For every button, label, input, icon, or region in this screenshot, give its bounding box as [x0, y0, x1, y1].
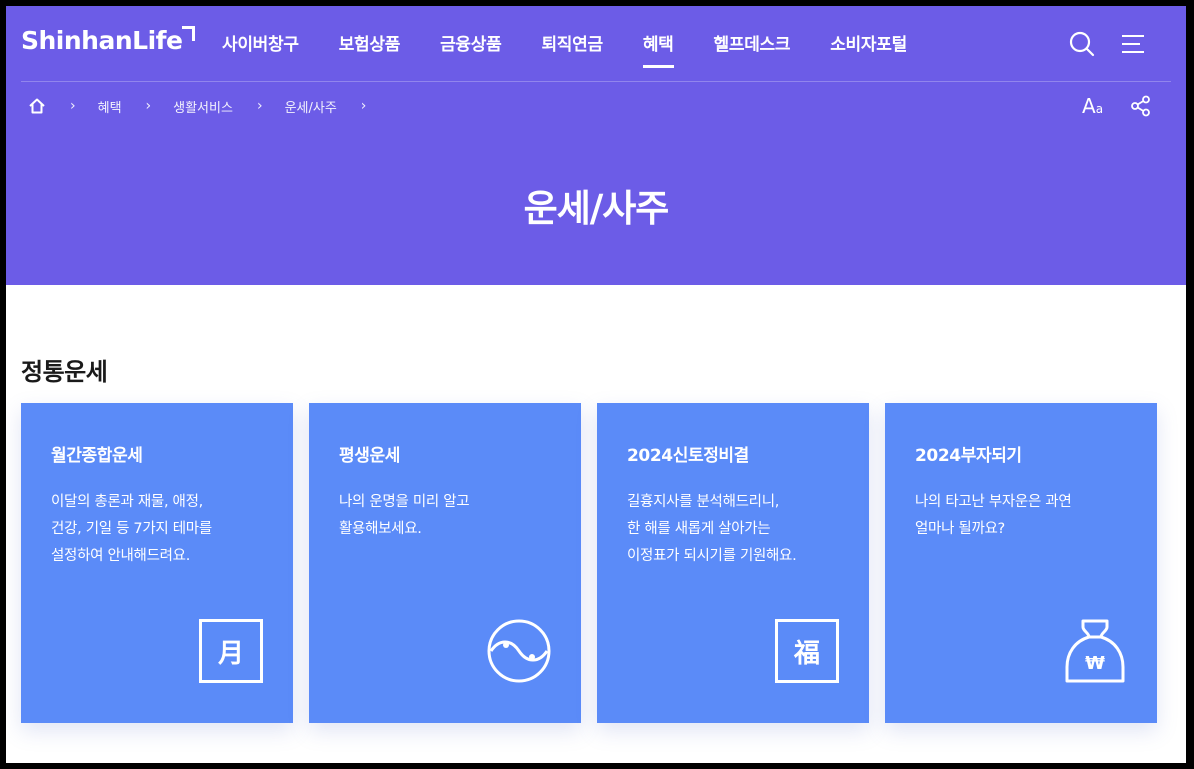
card-desc-line: 한 해를 새롭게 살아가는	[627, 521, 771, 537]
card-tojeong-fortune[interactable]: 2024신토정비결 길흉지사를 분석해드리니, 한 해를 새롭게 살아가는 이정…	[597, 403, 869, 723]
card-title: 평생운세	[339, 446, 400, 466]
card-description: 나의 운명을 미리 알고 활용해보세요.	[339, 489, 564, 543]
card-lifetime-fortune[interactable]: 평생운세 나의 운명을 미리 알고 활용해보세요.	[309, 403, 581, 723]
nav-item-finance[interactable]: 금융상품	[440, 30, 502, 70]
chevron-right-icon: ›	[70, 98, 76, 114]
nav-item-pension[interactable]: 퇴직연금	[541, 30, 603, 70]
section-title: 정통운세	[21, 358, 108, 386]
won-sign: ₩	[1085, 653, 1105, 674]
money-bag-icon: ₩	[1065, 619, 1125, 683]
share-icon	[1131, 95, 1150, 117]
yin-yang-icon	[487, 619, 551, 683]
font-size-small-label: a	[1095, 102, 1104, 116]
logo-mark-icon	[182, 26, 195, 41]
moon-character-icon: 月	[199, 619, 263, 683]
page-title: 운세/사주	[523, 187, 670, 230]
card-desc-line: 나의 타고난 부자운은 과연	[915, 494, 1072, 510]
header-divider	[21, 81, 1171, 82]
card-desc-line: 이달의 총론과 재물, 애정,	[51, 494, 203, 510]
page: ShinhanLife 사이버창구 보험상품 금융상품 퇴직연금 혜택 헬프데스…	[6, 6, 1186, 763]
share-button[interactable]	[1130, 95, 1152, 117]
breadcrumb-item-benefits[interactable]: 혜택	[98, 97, 122, 116]
card-description: 나의 타고난 부자운은 과연 얼마나 될까요?	[915, 489, 1140, 543]
header-hero: ShinhanLife 사이버창구 보험상품 금융상품 퇴직연금 혜택 헬프데스…	[6, 6, 1186, 285]
chevron-right-icon: ›	[256, 98, 263, 114]
card-desc-line: 건강, 기일 등 7가지 테마를	[51, 521, 212, 537]
nav-item-helpdesk[interactable]: 헬프데스크	[714, 30, 791, 70]
card-desc-line: 나의 운명을 미리 알고	[339, 494, 470, 510]
card-desc-line: 이정표가 되시기를 기원해요.	[627, 548, 797, 564]
nav-item-insurance[interactable]: 보험상품	[339, 30, 401, 70]
nav-item-consumer[interactable]: 소비자포털	[830, 30, 907, 70]
card-description: 길흉지사를 분석해드리니, 한 해를 새롭게 살아가는 이정표가 되시기를 기원…	[627, 489, 852, 570]
card-wealth-fortune[interactable]: 2024부자되기 나의 타고난 부자운은 과연 얼마나 될까요? ₩	[885, 403, 1157, 723]
home-icon[interactable]	[28, 97, 46, 115]
breadcrumb: › 혜택 › 생활서비스 › 운세/사주 ›	[28, 94, 388, 118]
nav-item-cyber[interactable]: 사이버창구	[222, 30, 299, 70]
card-title: 2024부자되기	[915, 446, 1022, 466]
main-nav: 사이버창구 보험상품 금융상품 퇴직연금 혜택 헬프데스크 소비자포털	[222, 30, 947, 70]
card-title: 2024신토정비결	[627, 446, 749, 466]
breadcrumb-item-fortune[interactable]: 운세/사주	[285, 97, 337, 116]
chevron-right-icon: ›	[360, 98, 367, 114]
font-size-button[interactable]: Aa	[1082, 94, 1103, 118]
search-icon	[1069, 31, 1095, 57]
menu-icon	[1122, 35, 1144, 53]
card-description: 이달의 총론과 재물, 애정, 건강, 기일 등 7가지 테마를 설정하여 안내…	[51, 489, 276, 570]
fortune-character-icon: 福	[775, 619, 839, 683]
nav-item-benefits[interactable]: 혜택	[642, 30, 674, 70]
card-monthly-fortune[interactable]: 월간종합운세 이달의 총론과 재물, 애정, 건강, 기일 등 7가지 테마를 …	[21, 403, 293, 723]
chevron-right-icon: ›	[145, 98, 152, 114]
card-title: 월간종합운세	[51, 446, 143, 466]
card-desc-line: 얼마나 될까요?	[915, 521, 1005, 537]
card-desc-line: 길흉지사를 분석해드리니,	[627, 494, 780, 510]
logo[interactable]: ShinhanLife	[21, 26, 183, 55]
card-desc-line: 활용해보세요.	[339, 521, 422, 537]
search-button[interactable]	[1068, 30, 1096, 58]
breadcrumb-item-life-service[interactable]: 생활서비스	[173, 97, 233, 116]
card-desc-line: 설정하여 안내해드려요.	[51, 548, 191, 564]
font-size-large-label: A	[1082, 94, 1096, 118]
menu-button[interactable]	[1120, 32, 1146, 56]
